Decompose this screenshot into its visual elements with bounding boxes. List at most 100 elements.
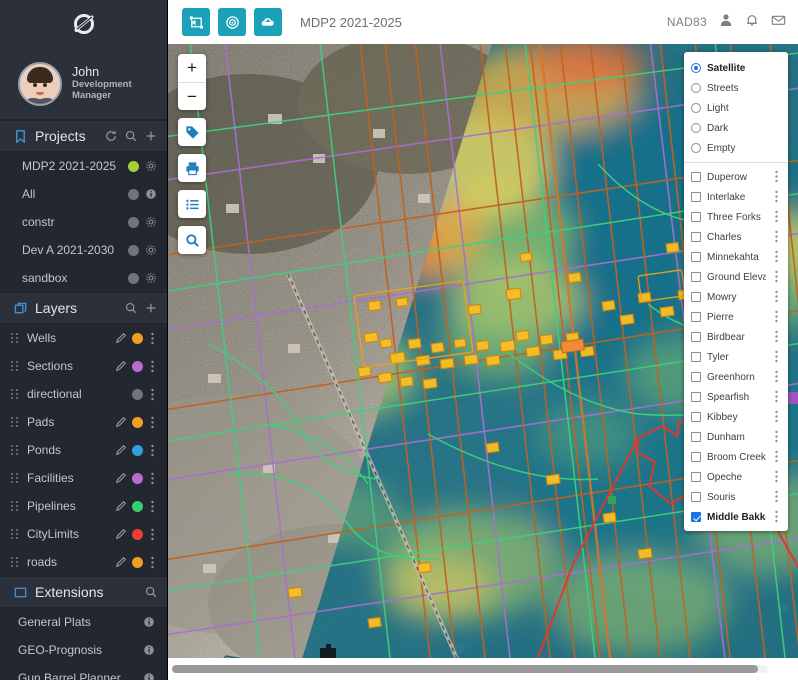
- basemap-option[interactable]: Light: [684, 98, 788, 118]
- layer-color-dot[interactable]: [132, 332, 143, 344]
- checkbox[interactable]: [691, 232, 701, 242]
- layer-color-dot[interactable]: [132, 556, 143, 568]
- plus-icon[interactable]: [145, 130, 157, 142]
- layer-menu-icon[interactable]: [148, 416, 157, 429]
- edit-icon[interactable]: [115, 444, 127, 456]
- formation-option[interactable]: Middle Bakken: [684, 507, 788, 527]
- checkbox[interactable]: [691, 372, 701, 382]
- cloud-upload-tool-button[interactable]: [254, 8, 282, 36]
- checkbox[interactable]: [691, 472, 701, 482]
- search-icon[interactable]: [145, 586, 157, 598]
- info-icon[interactable]: [143, 616, 155, 628]
- edit-icon[interactable]: [115, 472, 127, 484]
- formation-menu-icon[interactable]: [772, 370, 781, 385]
- formation-option[interactable]: Charles: [684, 227, 788, 247]
- edit-icon[interactable]: [115, 416, 127, 428]
- formation-menu-icon[interactable]: [772, 470, 781, 485]
- horizontal-scrollbar-thumb[interactable]: [172, 665, 758, 673]
- formation-menu-icon[interactable]: [772, 350, 781, 365]
- formation-menu-icon[interactable]: [772, 330, 781, 345]
- project-item[interactable]: sandbox: [0, 264, 167, 292]
- basemap-option[interactable]: Satellite: [684, 58, 788, 78]
- info-icon[interactable]: [143, 644, 155, 656]
- checkbox[interactable]: [691, 452, 701, 462]
- edit-icon[interactable]: [115, 332, 127, 344]
- formation-menu-icon[interactable]: [772, 510, 781, 525]
- radio-button[interactable]: [691, 123, 701, 133]
- checkbox[interactable]: [691, 272, 701, 282]
- tag-control[interactable]: [178, 118, 206, 146]
- polygon-select-tool-button[interactable]: [182, 8, 210, 36]
- layers-section-header[interactable]: Layers: [0, 292, 167, 324]
- projects-section-header[interactable]: Projects: [0, 120, 167, 152]
- checkbox[interactable]: [691, 312, 701, 322]
- layer-menu-icon[interactable]: [148, 556, 157, 569]
- layer-color-dot[interactable]: [132, 360, 143, 372]
- project-item[interactable]: All: [0, 180, 167, 208]
- checkbox[interactable]: [691, 252, 701, 262]
- project-item[interactable]: MDP2 2021-2025: [0, 152, 167, 180]
- formation-menu-icon[interactable]: [772, 270, 781, 285]
- layer-row[interactable]: Sections: [0, 352, 167, 380]
- formation-option[interactable]: Pierre: [684, 307, 788, 327]
- zoom-out-button[interactable]: −: [178, 82, 206, 110]
- refresh-icon[interactable]: [105, 130, 117, 142]
- radio-button[interactable]: [691, 143, 701, 153]
- layer-row[interactable]: Facilities: [0, 464, 167, 492]
- formation-option[interactable]: Greenhorn: [684, 367, 788, 387]
- user-icon[interactable]: [719, 13, 733, 32]
- layer-row[interactable]: roads: [0, 548, 167, 576]
- mail-icon[interactable]: [771, 13, 786, 32]
- basemap-option[interactable]: Dark: [684, 118, 788, 138]
- drag-handle-icon[interactable]: [10, 444, 19, 456]
- drag-handle-icon[interactable]: [10, 528, 19, 540]
- radio-button[interactable]: [691, 63, 701, 73]
- layer-color-dot[interactable]: [132, 472, 143, 484]
- list-icon[interactable]: [178, 190, 206, 218]
- checkbox[interactable]: [691, 332, 701, 342]
- layer-menu-icon[interactable]: [148, 360, 157, 373]
- layer-row[interactable]: directional: [0, 380, 167, 408]
- plus-icon[interactable]: [145, 302, 157, 314]
- radio-button[interactable]: [691, 83, 701, 93]
- layer-row[interactable]: Wells: [0, 324, 167, 352]
- layer-color-dot[interactable]: [132, 528, 143, 540]
- formation-option[interactable]: Opeche: [684, 467, 788, 487]
- checkbox[interactable]: [691, 392, 701, 402]
- formation-menu-icon[interactable]: [772, 310, 781, 325]
- formation-option[interactable]: Ground Elevation: [684, 267, 788, 287]
- formation-menu-icon[interactable]: [772, 170, 781, 185]
- formation-menu-icon[interactable]: [772, 490, 781, 505]
- formation-option[interactable]: Birdbear: [684, 327, 788, 347]
- checkbox[interactable]: [691, 412, 701, 422]
- layer-color-dot[interactable]: [132, 388, 143, 400]
- info-icon[interactable]: [143, 672, 155, 680]
- edit-icon[interactable]: [115, 528, 127, 540]
- map-search-control[interactable]: [178, 226, 206, 254]
- edit-icon[interactable]: [115, 500, 127, 512]
- formation-menu-icon[interactable]: [772, 250, 781, 265]
- layer-row[interactable]: Pads: [0, 408, 167, 436]
- search-icon[interactable]: [125, 302, 137, 314]
- project-item[interactable]: Dev A 2021-2030: [0, 236, 167, 264]
- user-profile[interactable]: John Development Manager: [0, 48, 167, 120]
- gear-icon[interactable]: [145, 244, 157, 256]
- gear-icon[interactable]: [145, 272, 157, 284]
- drag-handle-icon[interactable]: [10, 500, 19, 512]
- formation-option[interactable]: Duperow: [684, 167, 788, 187]
- layer-row[interactable]: CityLimits: [0, 520, 167, 548]
- checkbox[interactable]: [691, 352, 701, 362]
- formation-menu-icon[interactable]: [772, 210, 781, 225]
- formation-menu-icon[interactable]: [772, 450, 781, 465]
- checkbox[interactable]: [691, 292, 701, 302]
- formation-option[interactable]: Spearfish: [684, 387, 788, 407]
- formation-menu-icon[interactable]: [772, 190, 781, 205]
- info-icon[interactable]: [145, 188, 157, 200]
- checkbox[interactable]: [691, 432, 701, 442]
- extension-item[interactable]: General Plats: [0, 608, 167, 636]
- basemap-option[interactable]: Empty: [684, 138, 788, 158]
- edit-icon[interactable]: [115, 360, 127, 372]
- drag-handle-icon[interactable]: [10, 332, 19, 344]
- drag-handle-icon[interactable]: [10, 556, 19, 568]
- horizontal-scrollbar-track[interactable]: [172, 665, 768, 673]
